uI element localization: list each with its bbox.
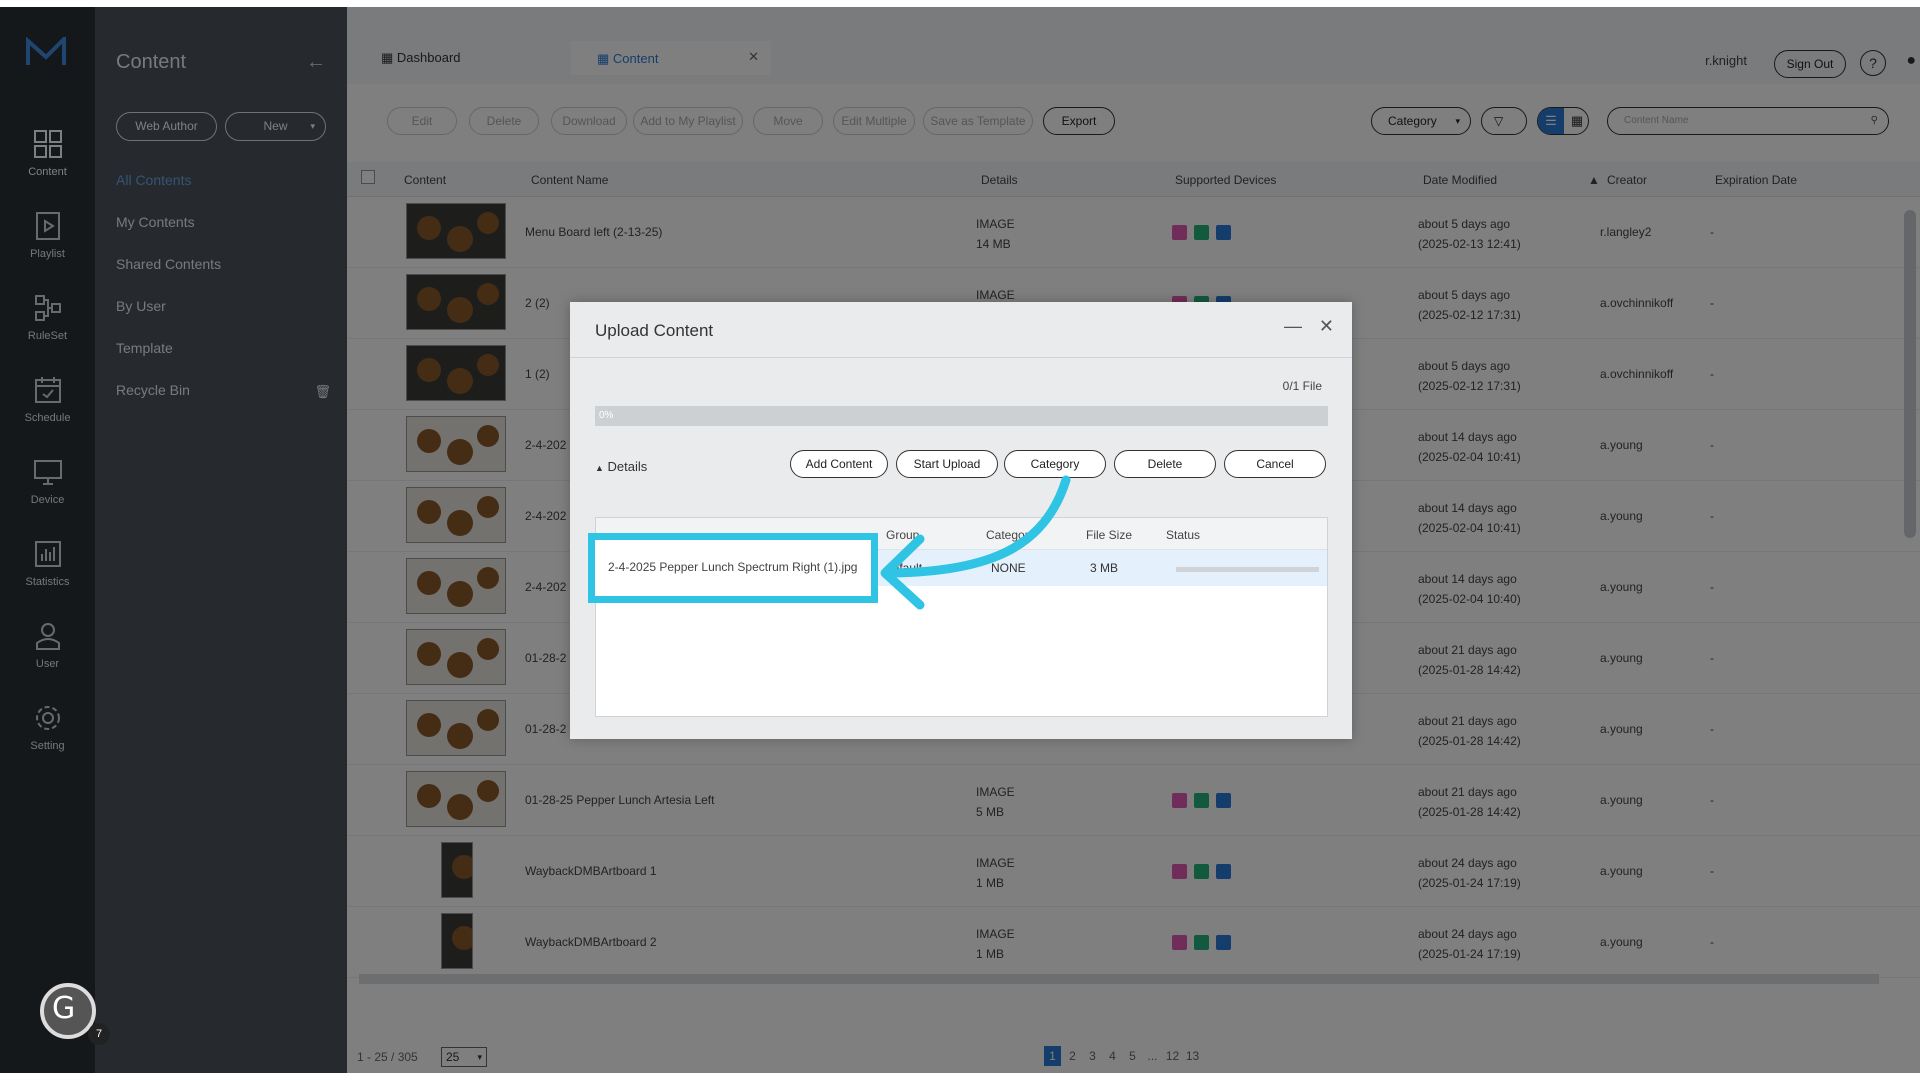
app-frame: Content Playlist RuleSet Schedule Device… [0,7,1920,1073]
column-category: Category [986,528,1035,542]
column-status: Status [1166,528,1201,542]
g-logo-icon: G [52,991,76,1026]
file-size: 3 MB [1090,561,1119,575]
grammarly-badge[interactable]: G 7 [40,983,110,1045]
minimize-icon[interactable]: — [1284,316,1302,337]
file-name: 2-4-2025 Pepper Lunch Spectrum Right (1)… [608,560,858,574]
details-label: Details [607,459,648,474]
file-group: default [886,561,923,575]
file-category: NONE [991,561,1026,575]
add-content-button[interactable]: Add Content [790,450,888,478]
highlighted-file-name[interactable]: 2-4-2025 Pepper Lunch Spectrum Right (1)… [588,533,878,603]
column-group: Group [886,528,920,542]
delete-button[interactable]: Delete [1114,450,1216,478]
file-count: 0/1 File [1282,379,1322,393]
details-toggle[interactable]: ▲ Details [595,459,647,474]
start-upload-button[interactable]: Start Upload [896,450,998,478]
category-button[interactable]: Category [1004,450,1106,478]
close-icon[interactable]: ✕ [1319,316,1334,337]
chevron-up-icon: ▲ [595,463,604,473]
dialog-title: Upload Content [595,321,714,340]
upload-progress-bar: 0% [595,406,1328,426]
progress-label: 0% [599,410,614,421]
notification-count: 7 [88,1023,110,1045]
upload-content-dialog: Upload Content — ✕ 0/1 File 0% ▲ Details… [570,302,1352,739]
cancel-button[interactable]: Cancel [1224,450,1326,478]
file-status-bar [1176,567,1319,572]
column-file-size: File Size [1086,528,1133,542]
divider [570,357,1352,358]
